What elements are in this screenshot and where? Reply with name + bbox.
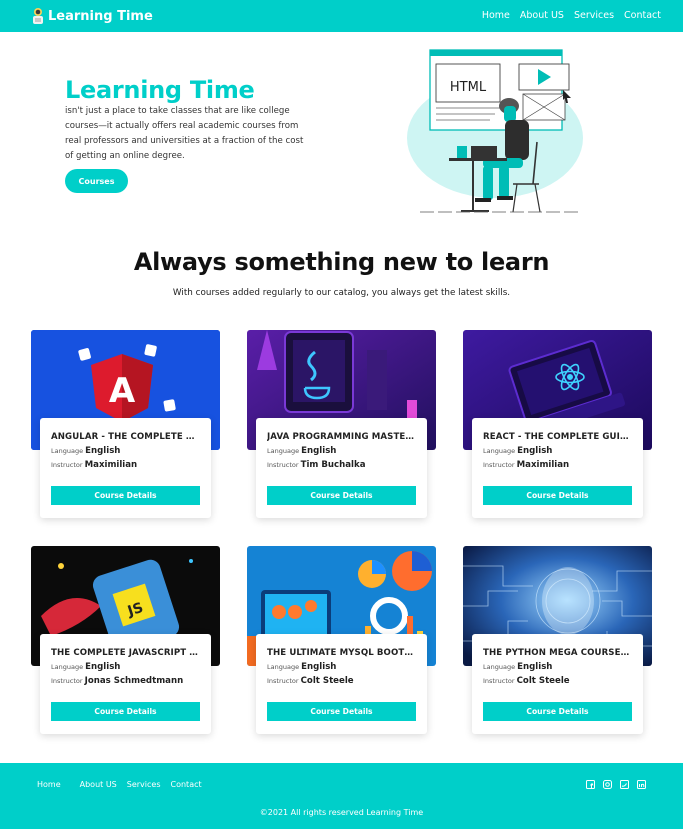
course-details-button[interactable]: Course Details bbox=[51, 486, 200, 505]
top-navbar: Learning Time Home About US Services Con… bbox=[0, 0, 683, 32]
instructor-value: Tim Buchalka bbox=[300, 460, 366, 470]
course-card: REACT - THE COMPLETE GUIDE (... Language… bbox=[463, 330, 652, 520]
footer-link-services[interactable]: Services bbox=[127, 780, 161, 789]
course-card-body: THE ULTIMATE MYSQL BOOTCA... Language En… bbox=[256, 634, 427, 734]
course-title[interactable]: THE COMPLETE JAVASCRIPT CO... bbox=[51, 648, 200, 658]
course-details-button[interactable]: Course Details bbox=[483, 486, 632, 505]
courses-button[interactable]: Courses bbox=[65, 169, 128, 193]
facebook-icon[interactable] bbox=[586, 780, 595, 789]
course-card-body: JAVA PROGRAMMING MASTERC... Language Eng… bbox=[256, 418, 427, 518]
course-title[interactable]: JAVA PROGRAMMING MASTERC... bbox=[267, 432, 416, 442]
language-label: Language bbox=[483, 447, 516, 455]
course-language: Language English bbox=[483, 446, 632, 456]
course-details-button[interactable]: Course Details bbox=[267, 702, 416, 721]
course-card: JAVA PROGRAMMING MASTERC... Language Eng… bbox=[247, 330, 436, 520]
language-label: Language bbox=[267, 663, 300, 671]
instagram-icon[interactable] bbox=[603, 780, 612, 789]
course-title[interactable]: THE ULTIMATE MYSQL BOOTCA... bbox=[267, 648, 416, 658]
course-instructor: Instructor Colt Steele bbox=[483, 676, 632, 686]
course-title[interactable]: THE PYTHON MEGA COURSE: B... bbox=[483, 648, 632, 658]
language-value: English bbox=[301, 446, 337, 456]
instructor-value: Colt Steele bbox=[516, 676, 570, 686]
course-language: Language English bbox=[267, 662, 416, 672]
course-details-button[interactable]: Course Details bbox=[267, 486, 416, 505]
brand-logo-icon bbox=[33, 8, 43, 24]
instructor-value: Maximilian bbox=[516, 460, 570, 470]
footer: Home About US Services Contact ©2021 All… bbox=[0, 763, 683, 829]
footer-link-about[interactable]: About US bbox=[80, 780, 117, 789]
instructor-value: Colt Steele bbox=[300, 676, 354, 686]
svg-text:A: A bbox=[109, 371, 136, 411]
course-instructor: Instructor Maximilian bbox=[51, 460, 200, 470]
social-icons bbox=[586, 780, 646, 789]
language-value: English bbox=[85, 662, 121, 672]
nav-link-services[interactable]: Services bbox=[574, 10, 614, 21]
nav-link-contact[interactable]: Contact bbox=[624, 10, 661, 21]
nav-link-about[interactable]: About US bbox=[520, 10, 564, 21]
language-value: English bbox=[301, 662, 337, 672]
language-value: English bbox=[517, 446, 553, 456]
course-card-body: THE PYTHON MEGA COURSE: B... Language En… bbox=[472, 634, 643, 734]
hero-title: Learning Time bbox=[65, 76, 255, 104]
footer-links: Home About US Services Contact bbox=[37, 780, 202, 789]
course-card: JS THE COMPLETE JAVASCRIPT CO... Languag… bbox=[31, 546, 220, 736]
footer-link-contact[interactable]: Contact bbox=[171, 780, 202, 789]
brand[interactable]: Learning Time bbox=[31, 7, 153, 25]
course-language: Language English bbox=[267, 446, 416, 456]
instructor-label: Instructor bbox=[483, 461, 515, 469]
twitter-icon[interactable] bbox=[620, 780, 629, 789]
language-value: English bbox=[85, 446, 121, 456]
course-card-body: ANGULAR - THE COMPLETE GUI... Language E… bbox=[40, 418, 211, 518]
brand-name: Learning Time bbox=[48, 8, 153, 24]
course-instructor: Instructor Colt Steele bbox=[267, 676, 416, 686]
course-title[interactable]: REACT - THE COMPLETE GUIDE (... bbox=[483, 432, 632, 442]
footer-link-home[interactable]: Home bbox=[37, 780, 61, 789]
language-label: Language bbox=[51, 447, 84, 455]
hero-illustration: HTML bbox=[407, 49, 583, 213]
language-label: Language bbox=[483, 663, 516, 671]
course-card-body: REACT - THE COMPLETE GUIDE (... Language… bbox=[472, 418, 643, 518]
course-title[interactable]: ANGULAR - THE COMPLETE GUI... bbox=[51, 432, 200, 442]
course-instructor: Instructor Jonas Schmedtmann bbox=[51, 676, 200, 686]
hero-description: isn't just a place to take classes that … bbox=[65, 106, 304, 161]
nav-links: Home About US Services Contact bbox=[482, 10, 661, 21]
html-label: HTML bbox=[450, 80, 487, 95]
language-label: Language bbox=[267, 447, 300, 455]
instructor-label: Instructor bbox=[483, 677, 515, 685]
course-language: Language English bbox=[51, 446, 200, 456]
copyright: ©2021 All rights reserved Learning Time bbox=[259, 808, 424, 817]
instructor-value: Maximilian bbox=[84, 460, 138, 470]
language-label: Language bbox=[51, 663, 84, 671]
course-card: A ANGULAR - THE COMPLETE GUI... Language… bbox=[31, 330, 220, 520]
instructor-label: Instructor bbox=[267, 461, 299, 469]
course-card-body: THE COMPLETE JAVASCRIPT CO... Language E… bbox=[40, 634, 211, 734]
language-value: English bbox=[517, 662, 553, 672]
course-instructor: Instructor Maximilian bbox=[483, 460, 632, 470]
linkedin-icon[interactable] bbox=[637, 780, 646, 789]
instructor-label: Instructor bbox=[267, 677, 299, 685]
section-subtitle: With courses added regularly to our cata… bbox=[172, 288, 511, 298]
course-card: THE PYTHON MEGA COURSE: B... Language En… bbox=[463, 546, 652, 736]
instructor-label: Instructor bbox=[51, 461, 83, 469]
course-language: Language English bbox=[483, 662, 632, 672]
course-card: THE ULTIMATE MYSQL BOOTCA... Language En… bbox=[247, 546, 436, 736]
nav-link-home[interactable]: Home bbox=[482, 10, 510, 21]
course-instructor: Instructor Tim Buchalka bbox=[267, 460, 416, 470]
course-language: Language English bbox=[51, 662, 200, 672]
instructor-label: Instructor bbox=[51, 677, 83, 685]
course-details-button[interactable]: Course Details bbox=[51, 702, 200, 721]
section-title: Always something new to learn bbox=[133, 248, 550, 276]
course-details-button[interactable]: Course Details bbox=[483, 702, 632, 721]
instructor-value: Jonas Schmedtmann bbox=[84, 676, 184, 686]
